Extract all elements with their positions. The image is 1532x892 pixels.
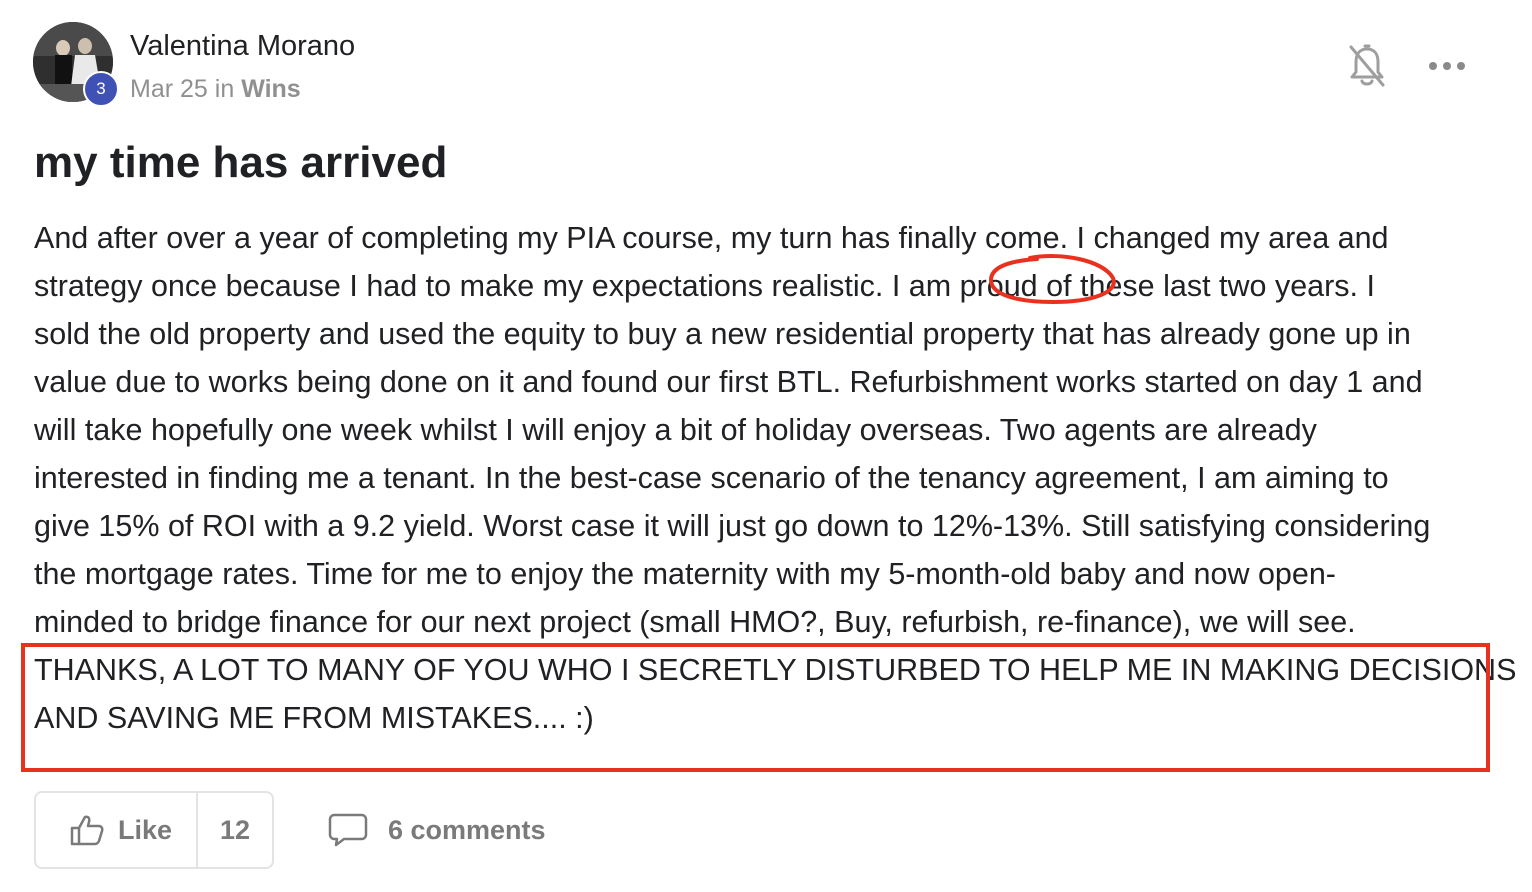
post-body: And after over a year of completing my P… xyxy=(34,214,1517,742)
post-body-line: the mortgage rates. Time for me to enjoy… xyxy=(34,557,1336,591)
post-body-line: strategy once because I had to make my e… xyxy=(34,269,1375,303)
like-button[interactable]: Like xyxy=(36,793,198,867)
post-body-line: minded to bridge finance for our next pr… xyxy=(34,605,1356,639)
post-body-line: interested in finding me a tenant. In th… xyxy=(34,461,1389,495)
more-horizontal-icon[interactable] xyxy=(1426,54,1468,78)
post-body-line-highlighted: AND SAVING ME FROM MISTAKES.... :) xyxy=(34,701,594,735)
post-title: my time has arrived xyxy=(34,138,448,187)
post-body-line: will take hopefully one week whilst I wi… xyxy=(34,413,1317,447)
comments-label: 6 comments xyxy=(388,814,546,845)
level-badge: 3 xyxy=(83,71,119,107)
like-count[interactable]: 12 xyxy=(198,815,272,846)
post-date: Mar 25 xyxy=(130,75,208,103)
post-in-label: in xyxy=(214,75,235,103)
like-group: Like 12 xyxy=(34,791,274,869)
thumbs-up-icon xyxy=(70,815,104,846)
post-meta: Mar 25 in Wins xyxy=(130,72,301,106)
post-body-line: And after over a year of completing my P… xyxy=(34,221,1389,255)
post-category-link[interactable]: Wins xyxy=(241,75,301,103)
post-body-line: sold the old property and used the equit… xyxy=(34,317,1411,351)
post-body-line-highlighted: THANKS, A LOT TO MANY OF YOU WHO I SECRE… xyxy=(34,653,1517,687)
comment-icon xyxy=(328,813,368,847)
post-body-line: give 15% of ROI with a 9.2 yield. Worst … xyxy=(34,509,1431,543)
like-label: Like xyxy=(118,814,173,845)
bell-off-icon[interactable] xyxy=(1347,43,1387,89)
post-body-line: value due to works being done on it and … xyxy=(34,365,1423,399)
author-name[interactable]: Valentina Morano xyxy=(130,26,355,66)
comments-link[interactable]: 6 comments xyxy=(328,808,546,852)
